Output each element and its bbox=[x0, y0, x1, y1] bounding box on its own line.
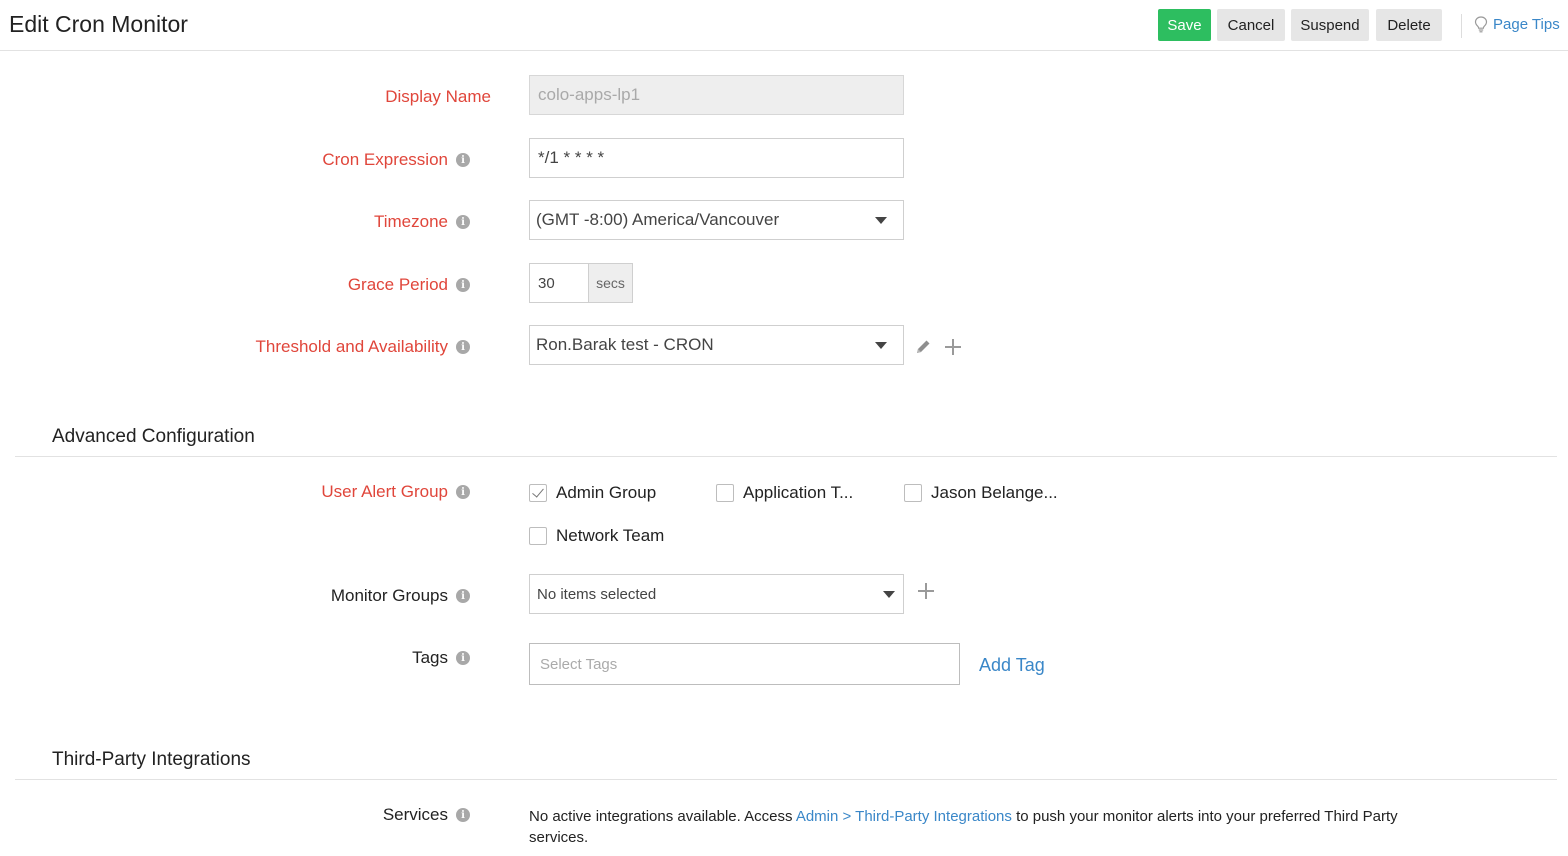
services-description: No active integrations available. Access… bbox=[529, 806, 1409, 848]
page-header: Edit Cron Monitor Save Cancel Suspend De… bbox=[0, 0, 1568, 51]
user-alert-group-label-text: User Alert Group bbox=[321, 482, 448, 501]
add-threshold-plus-icon[interactable] bbox=[945, 339, 961, 355]
services-label: Services i bbox=[383, 805, 470, 825]
info-icon[interactable]: i bbox=[456, 153, 470, 167]
dropdown-arrow-icon bbox=[875, 342, 887, 349]
advanced-configuration-heading: Advanced Configuration bbox=[52, 426, 255, 447]
alert-group-label: Admin Group bbox=[556, 483, 657, 502]
alert-group-checkbox-application[interactable]: Application T... bbox=[716, 483, 853, 503]
threshold-label-text: Threshold and Availability bbox=[255, 337, 448, 356]
info-icon[interactable]: i bbox=[456, 485, 470, 499]
cron-expression-label: Cron Expression i bbox=[322, 150, 470, 170]
monitor-groups-select[interactable]: No items selected bbox=[529, 574, 904, 614]
alert-group-checkbox-network[interactable]: Network Team bbox=[529, 526, 664, 546]
threshold-value: Ron.Barak test - CRON bbox=[536, 335, 714, 354]
alert-group-label: Application T... bbox=[743, 483, 854, 502]
monitor-groups-value: No items selected bbox=[537, 585, 657, 603]
timezone-select[interactable]: (GMT -8:00) America/Vancouver bbox=[529, 200, 904, 240]
tags-label-text: Tags bbox=[412, 648, 448, 667]
grace-period-group: 30 secs bbox=[529, 263, 633, 303]
checkbox[interactable] bbox=[716, 484, 734, 502]
monitor-groups-label-text: Monitor Groups bbox=[330, 586, 448, 605]
info-icon[interactable]: i bbox=[456, 278, 470, 292]
display-name-input[interactable]: colo-apps-lp1 bbox=[529, 75, 904, 115]
section-divider bbox=[15, 456, 1557, 457]
grace-period-input[interactable]: 30 bbox=[530, 264, 589, 302]
checkbox[interactable] bbox=[904, 484, 922, 502]
tags-label: Tags i bbox=[412, 648, 470, 668]
display-name-label: Display Name bbox=[385, 87, 491, 107]
info-icon[interactable]: i bbox=[456, 808, 470, 822]
alert-group-checkbox-admin[interactable]: Admin Group bbox=[529, 483, 656, 503]
third-party-integrations-link[interactable]: Admin > Third-Party Integrations bbox=[796, 808, 1012, 825]
alert-group-label: Jason Belange... bbox=[931, 483, 1058, 502]
third-party-integrations-heading: Third-Party Integrations bbox=[52, 749, 251, 770]
add-tag-link[interactable]: Add Tag bbox=[979, 655, 1045, 676]
timezone-label-text: Timezone bbox=[373, 212, 448, 231]
cron-expression-label-text: Cron Expression bbox=[322, 150, 448, 169]
page-tips-label: Page Tips bbox=[1493, 16, 1560, 33]
page-tips-link[interactable]: Page Tips bbox=[1474, 16, 1560, 33]
timezone-value: (GMT -8:00) America/Vancouver bbox=[536, 210, 780, 229]
page-title: Edit Cron Monitor bbox=[9, 11, 188, 37]
section-divider bbox=[15, 779, 1557, 780]
alert-group-label: Network Team bbox=[556, 526, 665, 545]
alert-group-checkbox-jason[interactable]: Jason Belange... bbox=[904, 483, 1058, 503]
info-icon[interactable]: i bbox=[456, 215, 470, 229]
grace-period-label: Grace Period i bbox=[348, 275, 470, 295]
threshold-label: Threshold and Availability i bbox=[256, 337, 470, 357]
services-text-before: No active integrations available. Access bbox=[529, 808, 796, 825]
user-alert-group-label: User Alert Group i bbox=[321, 482, 470, 502]
info-icon[interactable]: i bbox=[456, 589, 470, 603]
display-name-label-text: Display Name bbox=[385, 87, 491, 106]
info-icon[interactable]: i bbox=[456, 651, 470, 665]
save-button[interactable]: Save bbox=[1158, 9, 1211, 41]
threshold-select[interactable]: Ron.Barak test - CRON bbox=[529, 325, 904, 365]
tags-input[interactable]: Select Tags bbox=[529, 643, 960, 685]
services-label-text: Services bbox=[382, 805, 448, 824]
info-icon[interactable]: i bbox=[456, 340, 470, 354]
cancel-button[interactable]: Cancel bbox=[1217, 9, 1285, 41]
dropdown-arrow-icon bbox=[875, 217, 887, 224]
delete-button[interactable]: Delete bbox=[1376, 9, 1442, 41]
suspend-button[interactable]: Suspend bbox=[1291, 9, 1369, 41]
timezone-label: Timezone i bbox=[374, 212, 470, 232]
checkbox-checked[interactable] bbox=[529, 484, 547, 502]
add-monitor-group-plus-icon[interactable] bbox=[918, 583, 934, 599]
dropdown-arrow-icon bbox=[883, 591, 895, 598]
pencil-icon[interactable] bbox=[915, 338, 932, 355]
cron-expression-input[interactable]: */1 * * * * bbox=[529, 138, 904, 178]
checkbox[interactable] bbox=[529, 527, 547, 545]
monitor-groups-label: Monitor Groups i bbox=[331, 586, 470, 606]
grace-period-unit: secs bbox=[589, 264, 632, 302]
lightbulb-icon bbox=[1474, 16, 1488, 33]
grace-period-label-text: Grace Period bbox=[347, 275, 448, 294]
header-divider bbox=[1461, 14, 1462, 38]
